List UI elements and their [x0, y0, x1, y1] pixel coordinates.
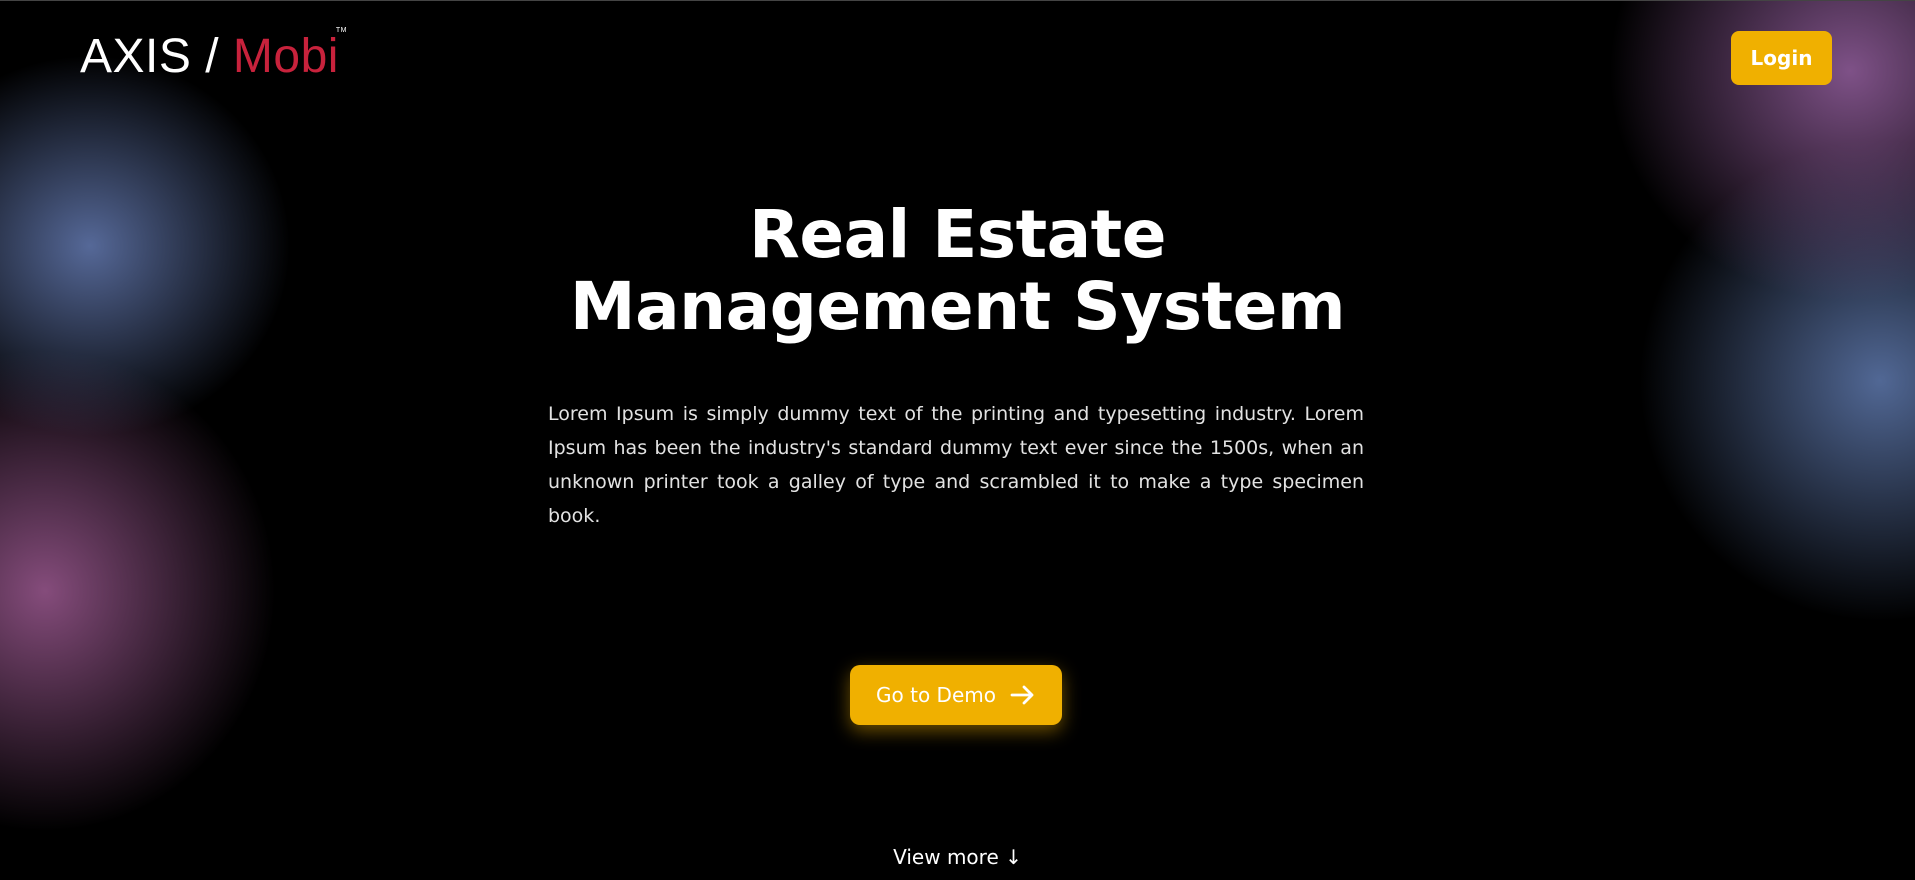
trademark-mark: TM: [335, 27, 347, 34]
hero-title-line-2: Management System: [569, 268, 1346, 345]
brand-separator: /: [191, 30, 233, 83]
brand-name: AXIS: [80, 30, 192, 83]
hero-title-line-1: Real Estate: [749, 196, 1167, 273]
login-button[interactable]: Login: [1731, 31, 1832, 85]
view-more-link[interactable]: View more ↓: [0, 843, 1915, 871]
hero-description: Lorem Ipsum is simply dummy text of the …: [548, 403, 1364, 527]
go-to-demo-label: Go to Demo: [876, 683, 996, 707]
go-to-demo-button[interactable]: Go to Demo: [850, 665, 1062, 725]
landing-page: AXIS / Mobi TM Login Real Estate Managem…: [0, 0, 1915, 880]
arrow-right-icon: [1010, 685, 1036, 705]
brand-accent-name: Mobi: [232, 30, 339, 83]
brand-logo[interactable]: AXIS / Mobi TM: [80, 27, 346, 85]
hero-title: Real Estate Management System: [0, 199, 1915, 343]
